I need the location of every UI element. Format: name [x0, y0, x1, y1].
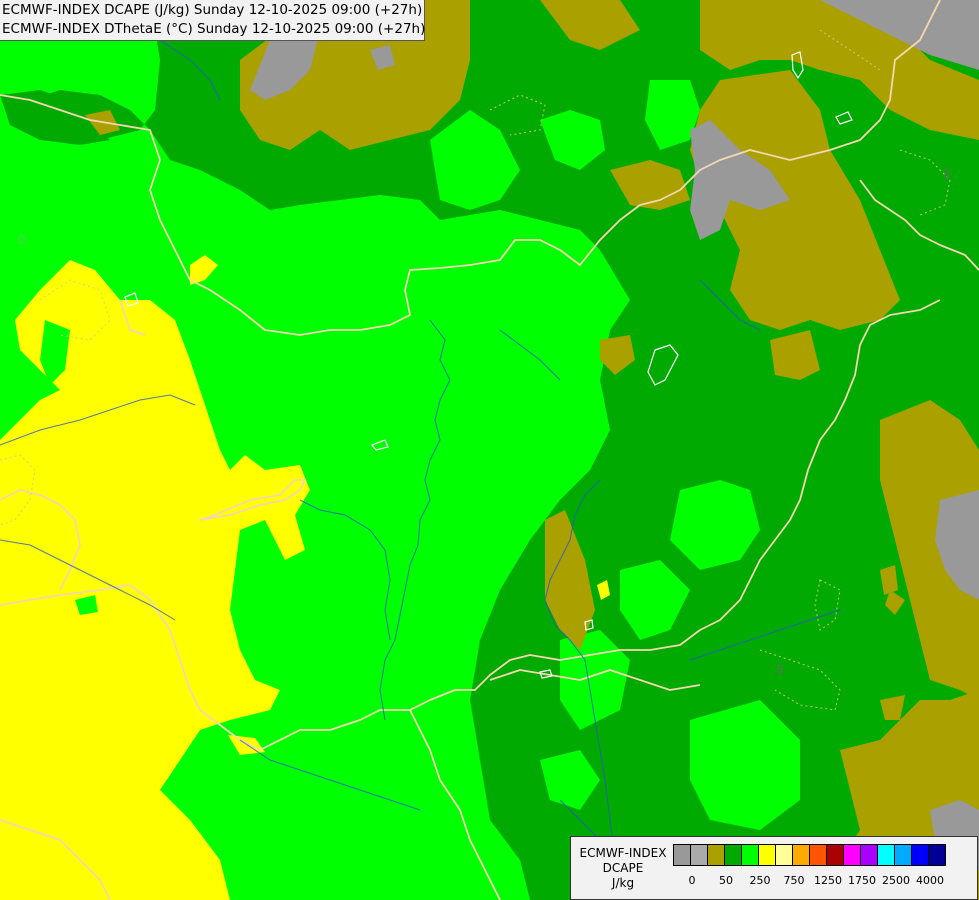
legend-swatch [724, 844, 742, 866]
legend-tick-label: 1250 [814, 874, 842, 887]
header-line-dcape: ECMWF-INDEX DCAPE (J/kg) Sunday 12-10-20… [2, 2, 423, 18]
legend-swatches [673, 844, 946, 866]
legend-swatch [741, 844, 759, 866]
legend-swatch [775, 844, 793, 866]
weather-map: 5 5 0 [0, 0, 979, 900]
map-header: ECMWF-INDEX DCAPE (J/kg) Sunday 12-10-20… [0, 0, 425, 41]
legend-swatch [826, 844, 844, 866]
legend-swatch [673, 844, 691, 866]
legend-swatch [707, 844, 725, 866]
legend-swatch [928, 844, 946, 866]
contour-label: 0 [18, 233, 26, 247]
header-line-dthetae: ECMWF-INDEX DThetaE (°C) Sunday 12-10-20… [2, 21, 426, 37]
contour-label: 5 [943, 167, 951, 181]
legend-tick-label: 0 [688, 874, 696, 887]
legend-swatch [843, 844, 861, 866]
legend-tick-label: 750 [783, 874, 805, 887]
legend-swatch [911, 844, 929, 866]
legend-swatch [792, 844, 810, 866]
legend-tick-label: 1750 [848, 874, 876, 887]
legend-title: ECMWF-INDEX DCAPE J/kg [575, 846, 671, 891]
legend-swatch [758, 844, 776, 866]
legend-tick-label: 250 [749, 874, 771, 887]
legend-ticks: 0 50 250 750 1250 1750 2500 4000 [673, 874, 973, 890]
legend-tick-label: 50 [719, 874, 733, 887]
legend-swatch [860, 844, 878, 866]
legend-title-line: ECMWF-INDEX [579, 846, 667, 860]
legend-title-line: DCAPE [602, 861, 644, 875]
legend-tick-label: 4000 [916, 874, 944, 887]
legend-swatch [690, 844, 708, 866]
contour-label: 5 [776, 663, 784, 677]
legend-swatch [877, 844, 895, 866]
legend-tick-label: 2500 [882, 874, 910, 887]
legend-swatch [894, 844, 912, 866]
legend-units: J/kg [611, 876, 635, 890]
legend-swatch [809, 844, 827, 866]
color-legend: ECMWF-INDEX DCAPE J/kg 0 50 250 750 1250 1750… [570, 836, 978, 900]
